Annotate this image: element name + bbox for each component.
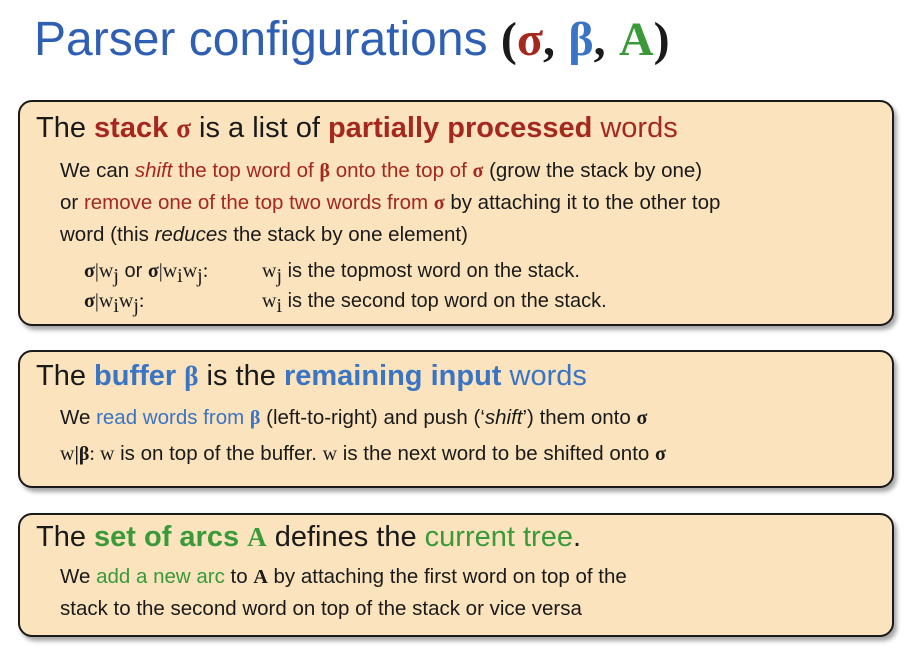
sigma-symbol: σ [636, 407, 648, 429]
body-text: We can [60, 159, 135, 182]
notation-text: w [262, 260, 277, 282]
title-comma: , [543, 13, 555, 66]
words-term: words [501, 360, 587, 392]
title-text: Parser configurations [34, 13, 488, 66]
arcs-box: The set of arcs A defines the current tr… [18, 513, 894, 637]
body-text: word (this [60, 223, 155, 246]
remove-term: remove one of the top two words from [83, 191, 434, 214]
sigma-symbol: σ [472, 160, 484, 182]
body-text: the top word of [172, 159, 320, 182]
notation-description: is the topmost word on the stack. [282, 260, 580, 282]
words-term: words [592, 112, 678, 144]
body-text: to [224, 565, 254, 588]
read-words-term: read words from [96, 406, 250, 429]
notation-text: |w [158, 260, 178, 282]
title-open-paren: ( [500, 13, 517, 66]
arcs-symbol: A [253, 566, 268, 588]
title-sigma: σ [516, 13, 543, 66]
stack-box: The stack σ is a list of partially proce… [18, 100, 894, 326]
notation-text: |w [94, 260, 114, 282]
notation-text: : [202, 260, 209, 282]
beta-symbol: β [319, 160, 330, 182]
title-beta: β [568, 13, 594, 66]
arcs-symbol: A [247, 522, 267, 552]
heading-text: is a list of [190, 112, 328, 144]
arcs-description: We add a new arc to A by attaching the f… [60, 561, 880, 624]
title-arcs: A [618, 13, 654, 66]
body-text: or [60, 191, 84, 214]
set-of-arcs-term: set of arcs [94, 521, 240, 553]
sigma-symbol: σ [176, 113, 191, 143]
notation-row-second: σ|wiwj: wi is the second top word on the … [84, 286, 607, 321]
notation-text: : [89, 443, 100, 465]
buffer-term: buffer [94, 360, 177, 392]
sigma-symbol: σ [655, 443, 666, 465]
body-text: (left-to-right) and push (‘ [260, 406, 485, 429]
body-text: by attaching it to the other top [444, 191, 721, 214]
body-text: ’) them onto [522, 406, 637, 429]
buffer-box: The buffer β is the remaining input word… [18, 350, 894, 488]
stack-description: We can shift the top word of β onto the … [60, 155, 880, 250]
sigma-symbol: σ [433, 192, 445, 214]
notation-text: w [99, 443, 115, 465]
heading-text: The [36, 112, 95, 144]
notation-text: |w [94, 290, 114, 312]
beta-symbol: |β [74, 443, 90, 465]
body-text: stack to the second word on top of the s… [60, 597, 582, 620]
body-text: We [60, 565, 97, 588]
stack-term: stack [94, 112, 169, 144]
reduces-term: reduces [154, 223, 228, 246]
shift-term: shift [484, 406, 523, 429]
notation-text: w [182, 260, 198, 282]
heading-text: is the [198, 360, 284, 392]
beta-symbol: β [249, 407, 261, 429]
body-text: by attaching the first word on top of th… [267, 565, 627, 588]
arcs-heading: The set of arcs A defines the current tr… [36, 519, 581, 555]
shift-term: shift [134, 159, 173, 182]
sigma-symbol: σ [84, 260, 95, 282]
notation-text: or [118, 260, 148, 282]
remaining-input-term: remaining input [283, 360, 502, 392]
body-text: is on top of the buffer. [114, 442, 323, 465]
current-tree-term: current tree [424, 521, 573, 553]
body-text: is the next word to be shifted onto [337, 442, 656, 465]
buffer-notation-line: w|β: w is on top of the buffer. w is the… [60, 438, 880, 470]
partially-processed-term: partially processed [327, 112, 593, 144]
sigma-symbol: σ [147, 260, 159, 282]
heading-text: . [572, 521, 582, 553]
title-close-paren: ) [653, 13, 670, 66]
buffer-heading: The buffer β is the remaining input word… [36, 358, 587, 394]
heading-text: defines the [266, 521, 425, 553]
heading-text: The [36, 521, 95, 553]
notation-text: w [322, 443, 338, 465]
buffer-read-line: We read words from β (left-to-right) and… [60, 402, 880, 434]
slide-title: Parser configurations (σ, β, A) [34, 6, 670, 74]
notation-text: : [138, 290, 145, 312]
add-arc-term: add a new arc [96, 565, 225, 588]
body-text: We [60, 406, 97, 429]
body-text: the stack by one element) [227, 223, 468, 246]
heading-text: The [36, 360, 95, 392]
beta-symbol: β [184, 361, 199, 391]
sigma-symbol: σ [84, 290, 95, 312]
notation-symbol: σ|wiwj: [84, 286, 262, 321]
stack-heading: The stack σ is a list of partially proce… [36, 110, 678, 146]
body-text: onto the top of [330, 159, 473, 182]
notation-text: w [118, 290, 134, 312]
body-text: (grow the stack by one) [483, 159, 703, 182]
title-comma: , [593, 13, 606, 66]
notation-description: is the second top word on the stack. [282, 290, 607, 312]
notation-text: w [262, 290, 277, 312]
notation-text: w [60, 443, 75, 465]
